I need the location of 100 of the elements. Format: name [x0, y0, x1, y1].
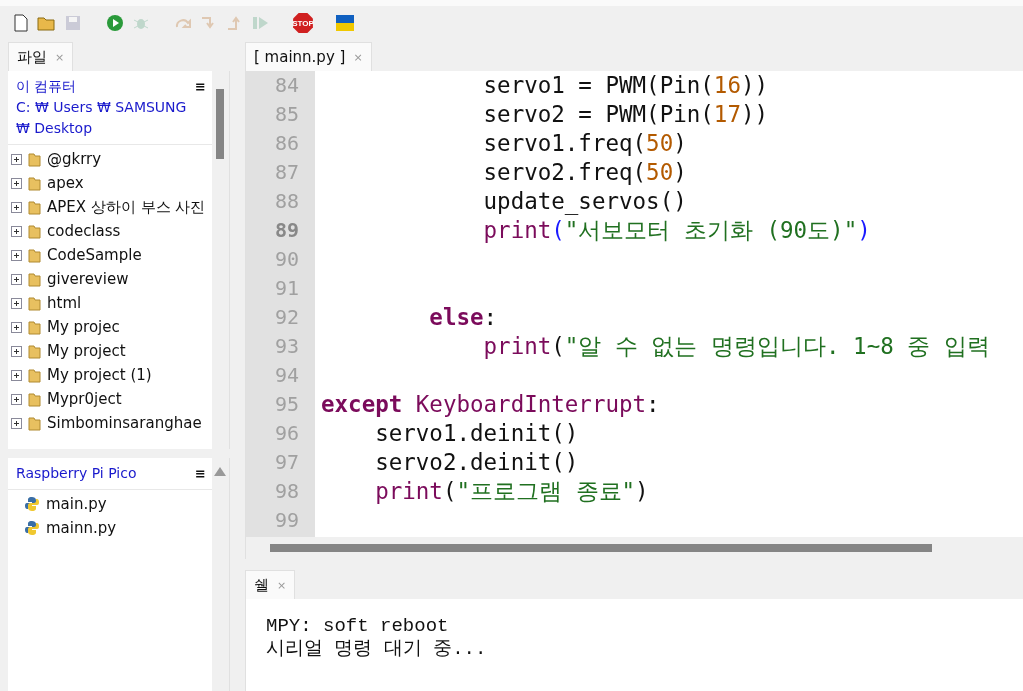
line-number: 87 — [273, 159, 300, 186]
menu-icon[interactable]: ≡ — [195, 76, 206, 139]
plus-box-icon[interactable] — [11, 321, 22, 333]
code-text: servo1.freq( — [483, 129, 647, 158]
code-text: print — [375, 477, 443, 506]
code-text: ( — [551, 332, 565, 361]
line-number: 95 — [273, 391, 300, 418]
code-text: )) — [740, 100, 769, 129]
folder-item[interactable]: html — [8, 291, 212, 315]
code-text: servo2 = PWM(Pin( — [483, 100, 714, 129]
folder-icon — [28, 223, 41, 239]
panel-title: 이 컴퓨터 C: ₩ Users ₩ SAMSUNG ₩ Desktop — [16, 77, 188, 138]
play-icon — [106, 14, 124, 32]
code-text: ( — [442, 477, 457, 506]
code-text: update_servos() — [483, 187, 687, 216]
shell-tab[interactable]: 쉘 × — [245, 570, 296, 599]
code-text: print — [483, 216, 552, 245]
new-file-icon — [14, 14, 28, 32]
folder-item[interactable]: CodeSample — [8, 243, 212, 267]
plus-box-icon[interactable] — [11, 369, 22, 381]
code-text: : — [483, 303, 498, 332]
plus-box-icon[interactable] — [11, 297, 22, 309]
folder-item[interactable]: apex — [8, 171, 212, 195]
plus-box-icon[interactable] — [11, 225, 22, 237]
code-text: print — [483, 332, 552, 361]
line-number: 99 — [273, 507, 300, 534]
line-number: 84 — [273, 72, 300, 99]
code-text: else — [429, 303, 484, 332]
plus-box-icon[interactable] — [11, 153, 22, 165]
line-number: 85 — [273, 101, 300, 128]
shell-line: MPY: soft reboot — [266, 615, 450, 638]
plus-box-icon[interactable] — [11, 201, 22, 213]
code-text: 50 — [646, 129, 674, 158]
folder-icon — [28, 319, 41, 335]
code-text: servo1.deinit() — [375, 419, 579, 448]
scrollbar[interactable] — [212, 458, 230, 691]
plus-box-icon[interactable] — [11, 249, 22, 261]
files-tab[interactable]: 파일 × — [8, 42, 74, 71]
code-text: : — [646, 390, 660, 419]
line-number: 94 — [273, 362, 300, 389]
code-text: 50 — [646, 158, 674, 187]
plus-box-icon[interactable] — [11, 345, 22, 357]
code-text: ) — [857, 216, 871, 245]
folder-icon — [28, 247, 41, 263]
code-text: KeyboardInterrupt — [415, 390, 647, 419]
folder-item[interactable]: My project — [8, 339, 212, 363]
folder-item[interactable]: @gkrry — [8, 147, 212, 171]
code-text: ) — [673, 129, 687, 158]
folder-icon — [28, 343, 41, 359]
toolbar-button[interactable] — [104, 12, 126, 34]
resume-icon — [252, 15, 270, 31]
folder-icon — [28, 415, 41, 431]
code-text: 16 — [713, 71, 741, 100]
line-number: 89 — [273, 217, 300, 244]
folder-icon — [28, 175, 41, 191]
file-item[interactable]: mainn.py — [8, 516, 212, 540]
editor-tab[interactable]: [ mainn.py ] × — [245, 42, 372, 71]
line-number: 96 — [273, 420, 300, 447]
line-number: 91 — [273, 275, 300, 302]
code-text: ( — [551, 216, 565, 245]
flag-icon — [336, 15, 354, 31]
plus-box-icon[interactable] — [11, 417, 22, 429]
line-number: 93 — [273, 333, 300, 360]
code-text: servo1 = PWM(Pin( — [483, 71, 714, 100]
folder-item[interactable]: givereview — [8, 267, 212, 291]
folder-item[interactable]: Mypr0ject — [8, 387, 212, 411]
plus-box-icon[interactable] — [11, 273, 22, 285]
code-text: servo2.deinit() — [375, 448, 579, 477]
folder-icon — [28, 151, 41, 167]
file-item[interactable]: main.py — [8, 492, 212, 516]
folder-icon — [37, 15, 57, 31]
folder-item[interactable]: My project (1) — [8, 363, 212, 387]
folder-item[interactable]: Simbominsaranghae — [8, 411, 212, 435]
shell-line: 시리얼 명령 대기 중... — [266, 638, 488, 661]
line-number: 86 — [273, 130, 300, 157]
code-text: except — [321, 390, 403, 419]
code-text: 17 — [713, 100, 741, 129]
folder-item[interactable]: APEX 상하이 부스 사진 — [8, 195, 212, 219]
python-icon — [24, 496, 40, 512]
code-text: )) — [740, 71, 769, 100]
folder-item[interactable]: codeclass — [8, 219, 212, 243]
code-text: servo2.freq( — [483, 158, 647, 187]
code-text: "알 수 없는 명령입니다. 1~8 중 입력 — [564, 332, 990, 361]
code-text: ) — [673, 158, 687, 187]
line-number: 90 — [273, 246, 300, 273]
folder-icon — [28, 391, 41, 407]
folder-item[interactable]: My projec — [8, 315, 212, 339]
line-number: 92 — [273, 304, 300, 331]
plus-box-icon[interactable] — [11, 393, 22, 405]
plus-box-icon[interactable] — [11, 177, 22, 189]
menu-icon[interactable]: ≡ — [195, 463, 206, 484]
line-number: 88 — [273, 188, 300, 215]
code-text: "서보모터 초기화 (90도)" — [564, 216, 858, 245]
folder-icon — [28, 367, 41, 383]
panel-title: Raspberry Pi Pico — [16, 464, 137, 483]
toolbar-button[interactable] — [334, 12, 356, 34]
code-text: ) — [635, 477, 649, 506]
folder-icon — [28, 271, 41, 287]
folder-icon — [28, 295, 41, 311]
line-number: 97 — [273, 449, 300, 476]
